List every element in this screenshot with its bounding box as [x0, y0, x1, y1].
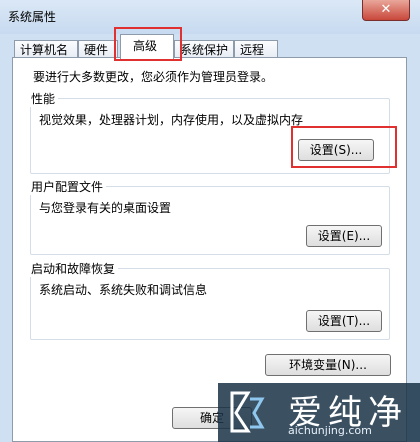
startup-recovery-title: 启动和故障恢复 — [30, 260, 119, 277]
performance-desc: 视觉效果，处理器计划，内存使用，以及虚拟内存 — [39, 113, 304, 127]
tab-label: 计算机名 — [20, 43, 69, 57]
startup-recovery-desc: 系统启动、系统失败和调试信息 — [39, 283, 208, 297]
tab-label: 硬件 — [84, 43, 109, 57]
title-bar: 系统属性 ✕ — [0, 0, 420, 34]
startup-recovery-settings-button[interactable]: 设置(T)... — [306, 310, 382, 332]
tab-strip: 计算机名 硬件 高级 系统保护 远程 — [14, 34, 404, 59]
system-properties-window: 系统属性 ✕ 计算机名 硬件 高级 系统保护 远程 要进行大多数更改，您必须作为… — [0, 0, 420, 442]
tab-remote[interactable]: 远程 — [234, 40, 278, 58]
performance-title: 性能 — [30, 90, 59, 107]
user-profiles-desc: 与您登录有关的桌面设置 — [39, 201, 172, 215]
advanced-tab-highlight — [114, 27, 182, 61]
window-title: 系统属性 — [8, 10, 57, 24]
tab-hardware[interactable]: 硬件 — [78, 40, 118, 58]
settings-button-highlight — [291, 126, 397, 168]
close-icon: ✕ — [380, 2, 392, 17]
tab-computer-name[interactable]: 计算机名 — [14, 40, 78, 58]
tab-label: 远程 — [240, 43, 265, 57]
environment-variables-button[interactable]: 环境变量(N)... — [265, 354, 391, 376]
admin-notice: 要进行大多数更改，您必须作为管理员登录。 — [33, 70, 274, 84]
close-button[interactable]: ✕ — [362, 0, 410, 21]
tab-label: 系统保护 — [180, 43, 229, 57]
tab-system-protection[interactable]: 系统保护 — [174, 40, 234, 58]
watermark-url: aichunjing.com — [288, 424, 372, 437]
watermark-mark-icon — [230, 391, 265, 433]
watermark-logo: 爱纯净 aichunjing.com — [218, 383, 420, 442]
user-profiles-title: 用户配置文件 — [30, 178, 107, 195]
user-profiles-settings-button[interactable]: 设置(E)... — [306, 225, 382, 247]
